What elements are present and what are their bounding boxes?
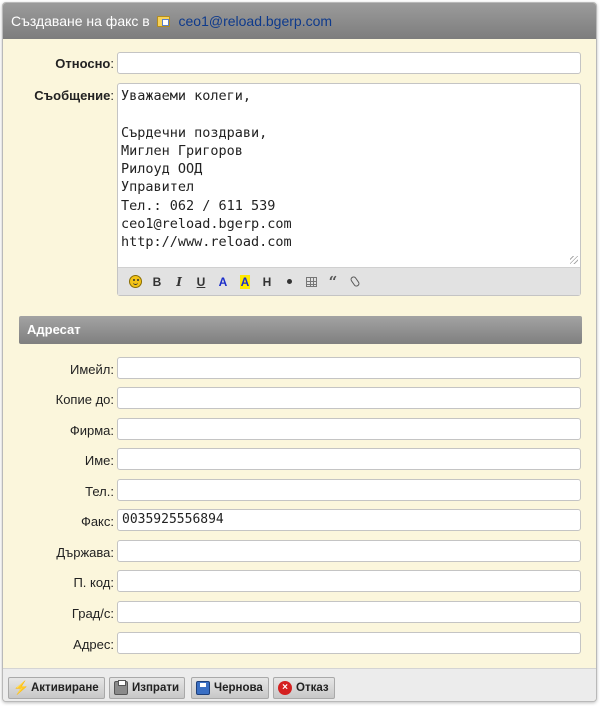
fax-label: Факс: — [80, 514, 114, 529]
company-field[interactable] — [117, 418, 581, 440]
name-label: Име: — [84, 453, 114, 468]
window-titlebar: Създаване на факс в ceo1@reload.bgerp.co… — [3, 3, 596, 39]
floppy-disk-icon — [196, 681, 210, 695]
account-link[interactable]: ceo1@reload.bgerp.com — [179, 13, 333, 29]
heading-button[interactable]: H — [256, 272, 278, 292]
country-label: Държава: — [56, 545, 114, 560]
name-field[interactable] — [117, 448, 581, 470]
fax-field[interactable]: 0035925556894 — [117, 509, 581, 531]
account-card-icon — [156, 16, 171, 28]
subject-input[interactable] — [117, 52, 581, 74]
quote-icon[interactable]: “ — [322, 272, 344, 292]
postal-code-label: П. код: — [73, 575, 114, 590]
smiley-icon[interactable] — [124, 272, 146, 292]
company-label: Фирма: — [69, 423, 114, 438]
attachment-icon[interactable] — [344, 272, 366, 292]
cc-field[interactable] — [117, 387, 581, 409]
underline-button[interactable]: U — [190, 272, 212, 292]
highlight-button[interactable]: A — [234, 272, 256, 292]
subject-label: Относно: — [55, 56, 114, 71]
italic-button[interactable]: I — [168, 272, 190, 292]
bullet-list-icon[interactable] — [278, 272, 300, 292]
recipient-section-header: Адресат — [19, 316, 582, 344]
cancel-icon: × — [278, 681, 292, 695]
activate-button[interactable]: ⚡ Активиране — [8, 677, 105, 699]
cc-label: Копие до: — [55, 392, 114, 407]
printer-icon — [114, 680, 128, 695]
resize-handle[interactable] — [570, 256, 578, 264]
address-label: Адрес: — [73, 637, 114, 652]
phone-label: Тел.: — [85, 484, 114, 499]
country-field[interactable] — [117, 540, 581, 562]
phone-field[interactable] — [117, 479, 581, 501]
table-icon[interactable] — [300, 272, 322, 292]
fax-compose-window: Създаване на факс в ceo1@reload.bgerp.co… — [2, 2, 597, 702]
address-field[interactable] — [117, 632, 581, 654]
editor-toolbar: B I U A A H “ — [118, 267, 580, 295]
text-color-button[interactable]: A — [212, 272, 234, 292]
message-label: Съобщение: — [34, 88, 114, 103]
city-field[interactable] — [117, 601, 581, 623]
cancel-button[interactable]: × Отказ — [273, 677, 335, 699]
city-label: Град/с: — [71, 606, 114, 621]
form-footer: ⚡ Активиране Изпрати Чернова × Отказ — [3, 668, 596, 701]
bold-button[interactable]: B — [146, 272, 168, 292]
lightning-icon: ⚡ — [13, 680, 30, 695]
email-label: Имейл: — [70, 362, 114, 377]
draft-button[interactable]: Чернова — [191, 677, 269, 699]
send-button[interactable]: Изпрати — [109, 677, 186, 699]
message-textarea[interactable]: Уважаеми колеги, Сърдечни поздрави, Мигл… — [121, 87, 577, 263]
email-field[interactable] — [117, 357, 581, 379]
window-title: Създаване на факс в — [11, 13, 150, 29]
postal-code-field[interactable] — [117, 570, 581, 592]
message-editor[interactable]: Уважаеми колеги, Сърдечни поздрави, Мигл… — [117, 83, 581, 296]
